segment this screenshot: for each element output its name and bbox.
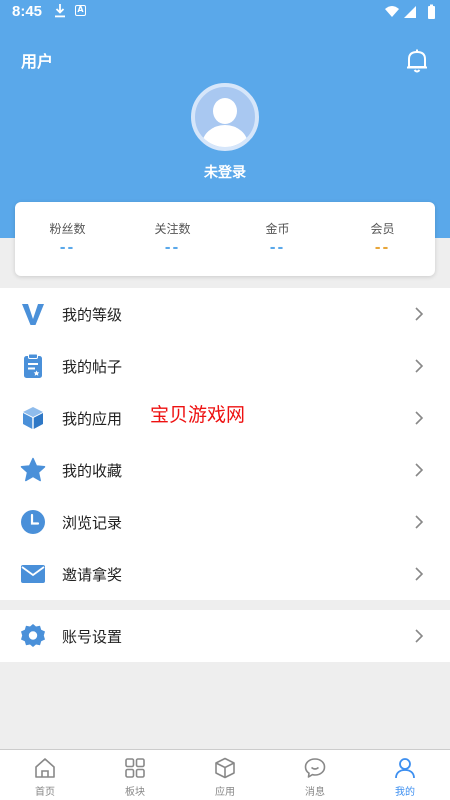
stat-label: 金币 [265,222,290,236]
menu-item-history[interactable]: 浏览记录 [0,496,450,548]
stat-value: -- [374,240,391,256]
download-icon [55,4,65,18]
tab-label: 消息 [305,787,325,798]
watermark-text: 宝贝游戏网 [150,404,246,426]
chevron-right-icon [415,629,424,643]
menu-item-label: 我的收藏 [62,462,123,480]
tab-apps[interactable]: 应用 [180,750,270,800]
chevron-right-icon [415,307,424,321]
tab-label: 我的 [395,787,415,798]
status-time: 8:45 [12,3,43,20]
home-icon [35,758,55,778]
stats-card: 粉丝数 -- 关注数 -- 金币 -- 会员 -- [15,202,435,276]
mail-icon [21,565,45,583]
menu-item-invite[interactable]: 邀请拿奖 [0,548,450,600]
stat-label: 粉丝数 [49,222,86,236]
avatar-body [202,125,248,147]
menu-item-posts[interactable]: 我的帖子 [0,340,450,392]
menu-list: 我的等级 我的帖子 我的应用 我的收藏 浏览记录 邀请拿奖 [0,288,450,600]
menu-item-label: 账号设置 [62,628,123,646]
stat-coins[interactable]: 金币 -- [225,202,330,276]
login-status[interactable]: 未登录 [0,162,450,182]
chevron-right-icon [415,463,424,477]
chevron-right-icon [415,411,424,425]
settings-group: 账号设置 [0,610,450,662]
menu-item-account-settings[interactable]: 账号设置 [0,610,450,662]
tab-label: 首页 [35,787,55,798]
gear-icon [21,624,45,647]
tab-mine[interactable]: 我的 [360,750,450,800]
tab-label: 板块 [125,787,145,798]
tab-messages[interactable]: 消息 [270,750,360,800]
bottom-nav: 首页 板块 应用 消息 我的 [0,749,450,800]
grid-icon [125,758,145,778]
stat-value: -- [269,240,286,256]
clock-icon [21,510,45,534]
menu-item-level[interactable]: 我的等级 [0,288,450,340]
avatar-head [213,98,237,124]
chevron-right-icon [415,359,424,373]
avatar[interactable] [191,83,259,151]
stat-label: 会员 [370,222,395,236]
stat-fans[interactable]: 粉丝数 -- [15,202,120,276]
stat-following[interactable]: 关注数 -- [120,202,225,276]
stat-label: 关注数 [154,222,191,236]
menu-item-favorites[interactable]: 我的收藏 [0,444,450,496]
signal-battery-icon [385,4,435,19]
tab-home[interactable]: 首页 [0,750,90,800]
menu-item-label: 邀请拿奖 [62,566,123,584]
bell-icon[interactable] [405,48,429,74]
chevron-right-icon [415,567,424,581]
stat-value: -- [59,240,76,256]
tab-label: 应用 [215,787,235,798]
tab-sections[interactable]: 板块 [90,750,180,800]
notification-badge: A [75,5,86,16]
user-icon [395,758,415,779]
cube-icon [23,407,43,429]
box-icon [215,757,235,779]
chat-icon [304,758,326,778]
stat-member[interactable]: 会员 -- [330,202,435,276]
menu-item-label: 我的等级 [62,306,123,324]
vip-level-icon [22,304,44,325]
clipboard-icon [24,353,42,378]
page-title: 用户 [21,52,54,71]
menu-item-label: 我的应用 [62,410,123,428]
star-icon [20,457,46,482]
menu-item-label: 我的帖子 [62,358,123,376]
menu-item-label: 浏览记录 [62,514,123,532]
status-bar: 8:45 A [0,0,450,24]
chevron-right-icon [415,515,424,529]
stat-value: -- [164,240,181,256]
